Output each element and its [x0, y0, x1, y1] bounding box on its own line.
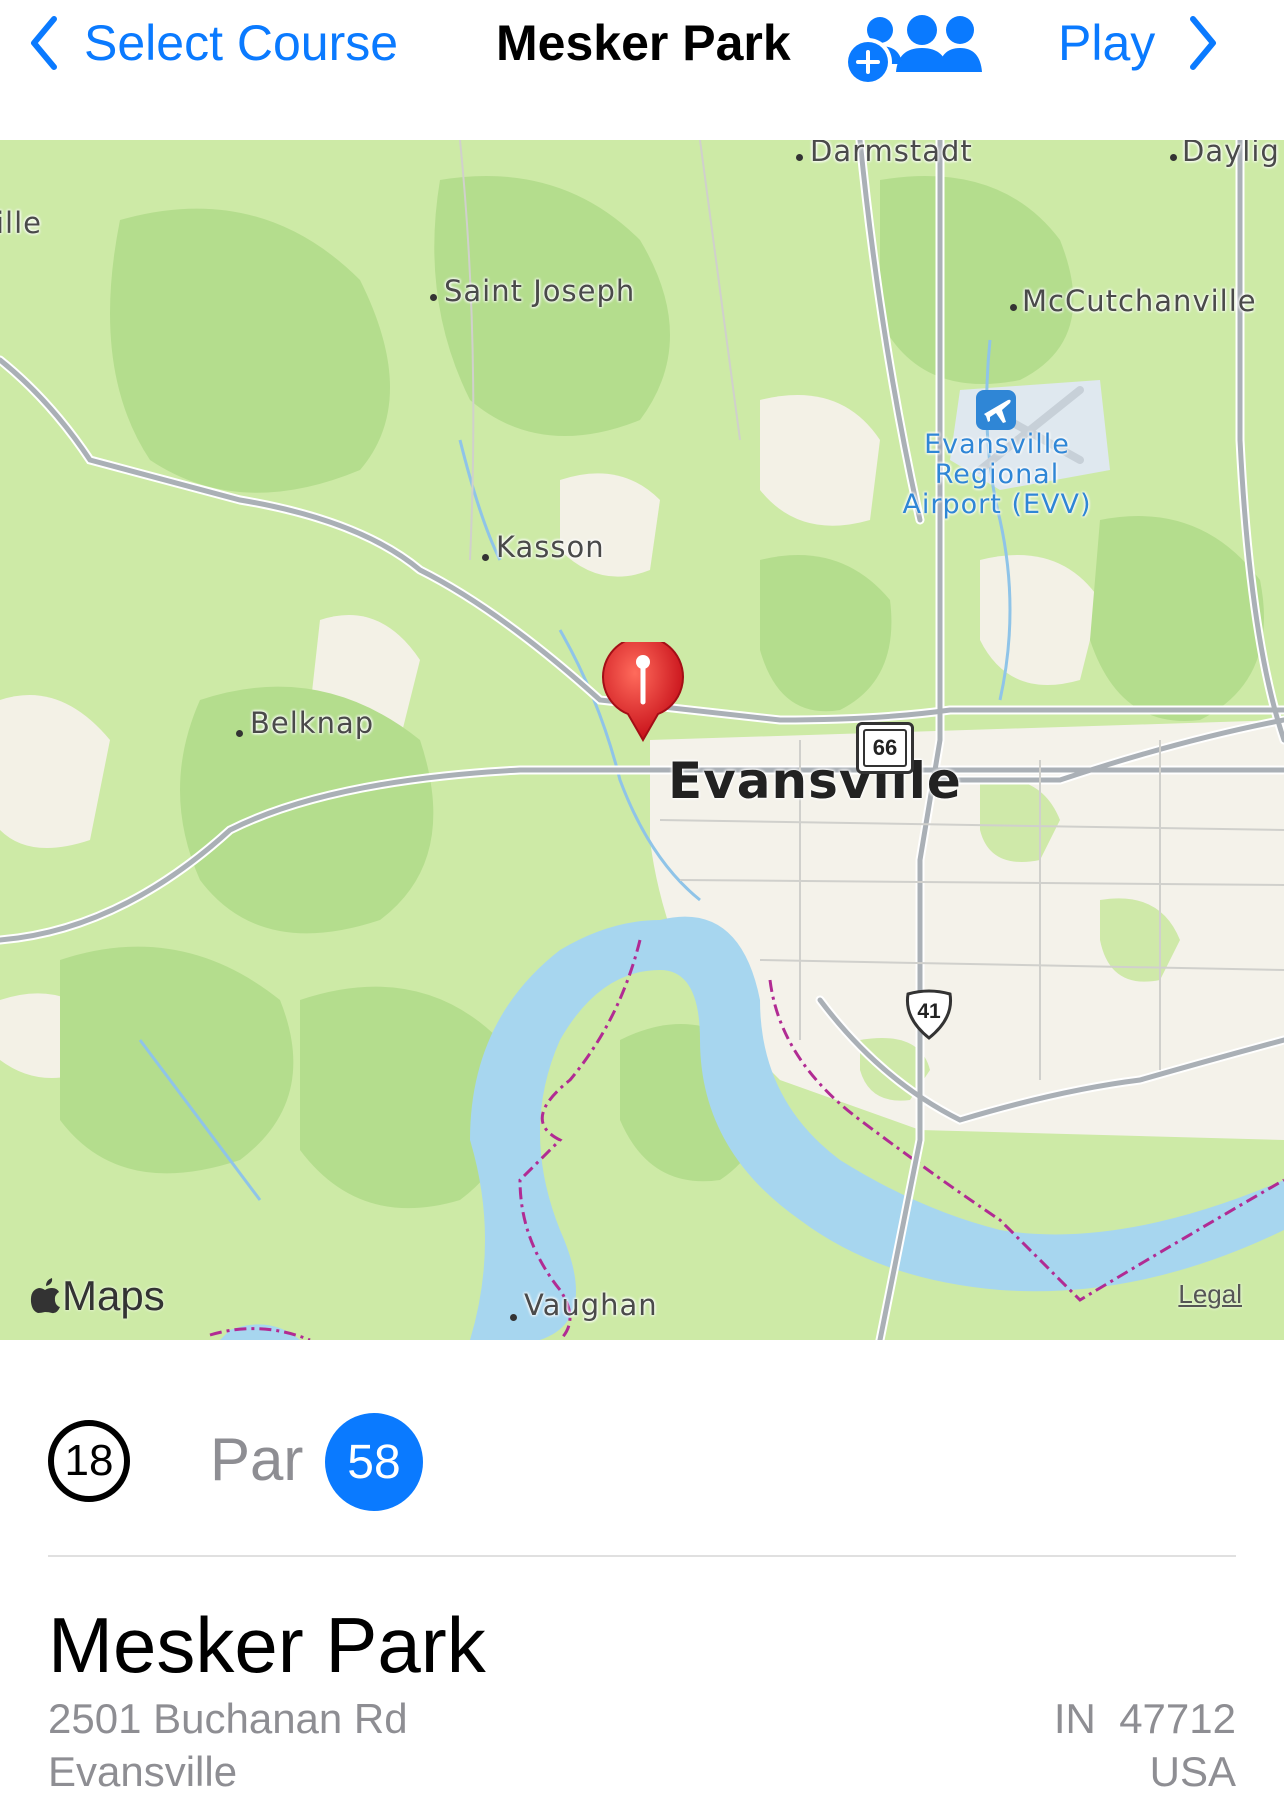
- map-dot: [236, 730, 243, 737]
- route-shield-66: 66: [856, 722, 914, 774]
- add-players-icon: [844, 15, 982, 86]
- map-label-darmstadt: Darmstadt: [810, 140, 973, 168]
- holes-count-badge: 18: [48, 1420, 130, 1502]
- course-state-zip: IN 47712: [1053, 1695, 1236, 1742]
- course-street: 2501 Buchanan Rd: [48, 1695, 408, 1742]
- legal-link[interactable]: Legal: [1178, 1279, 1242, 1310]
- map-dot: [482, 554, 489, 561]
- map-label-vaughan: Vaughan: [524, 1288, 658, 1322]
- route-shield-41: 41: [902, 988, 956, 1040]
- apple-logo-icon: [30, 1278, 60, 1314]
- map-label-mccutchanville: McCutchanville: [1022, 284, 1257, 318]
- map-label-daylight: Daylig: [1182, 140, 1280, 168]
- route-41-label: 41: [917, 1000, 941, 1023]
- divider: [48, 1555, 1236, 1557]
- map-label-airport: Evansville Regional Airport (EVV): [886, 430, 1108, 520]
- course-country: USA: [1149, 1748, 1236, 1795]
- par-label: Par: [210, 1426, 304, 1493]
- airport-label-line-3: Airport (EVV): [902, 489, 1092, 520]
- airport-label-line-1: Evansville: [924, 429, 1070, 460]
- play-button[interactable]: Play: [1058, 10, 1217, 76]
- apple-maps-logo: Maps: [30, 1272, 165, 1320]
- map-dot: [1170, 154, 1177, 161]
- map-dot: [430, 294, 437, 301]
- map-dot: [510, 1314, 517, 1321]
- map-dot: [796, 154, 803, 161]
- back-button-label: Select Course: [84, 15, 399, 71]
- back-button[interactable]: Select Course: [30, 10, 398, 76]
- add-players-button[interactable]: [842, 8, 982, 88]
- map-dot: [1010, 304, 1017, 311]
- map-label-ville: ille: [0, 206, 43, 240]
- course-name: Mesker Park: [48, 1601, 486, 1689]
- map-label-belknap: Belknap: [250, 706, 375, 740]
- airport-icon: [976, 390, 1016, 430]
- course-city: Evansville: [48, 1748, 238, 1795]
- navigation-bar: Select Course Mesker Park Play: [0, 0, 1284, 140]
- par-value-badge: 58: [325, 1413, 423, 1511]
- maps-logo-text: Maps: [62, 1272, 165, 1319]
- map-label-evansville: Evansville: [668, 752, 962, 810]
- play-button-label: Play: [1058, 15, 1156, 71]
- map-label-kasson: Kasson: [496, 530, 605, 564]
- course-location-pin[interactable]: [600, 635, 686, 743]
- chevron-left-icon: [31, 16, 57, 70]
- page-title: Mesker Park: [496, 15, 791, 71]
- route-66-label: 66: [863, 729, 907, 767]
- golf-pin-icon: [602, 635, 684, 743]
- course-map[interactable]: Darmstadt Daylig ille Saint Joseph McCut…: [0, 140, 1284, 1340]
- map-label-saint-joseph: Saint Joseph: [444, 274, 636, 308]
- airport-label-line-2: Regional: [934, 459, 1060, 490]
- chevron-right-icon: [1190, 16, 1217, 70]
